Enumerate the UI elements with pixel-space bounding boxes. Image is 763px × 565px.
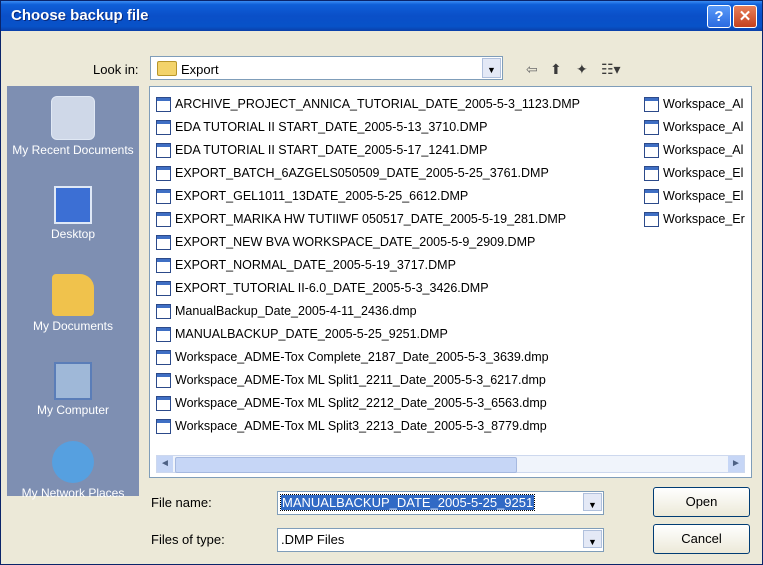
dmp-file-icon <box>644 166 659 182</box>
back-icon[interactable]: ⇦ <box>526 61 538 78</box>
scroll-thumb[interactable] <box>175 457 517 473</box>
place-label: My Computer <box>36 403 110 417</box>
dmp-file-icon <box>156 166 171 182</box>
list-item[interactable]: EXPORT_TUTORIAL II-6.0_DATE_2005-5-3_342… <box>156 281 580 304</box>
dmp-file-icon <box>644 212 659 228</box>
dmp-file-icon <box>644 120 659 136</box>
file-name-dropdown-arrow[interactable]: ▼ <box>583 492 603 512</box>
file-column-1: ARCHIVE_PROJECT_ANNICA_TUTORIAL_DATE_200… <box>156 97 580 442</box>
file-name-label: File name: <box>151 495 212 510</box>
folder-icon <box>157 61 177 76</box>
help-button[interactable]: ? <box>707 5 731 28</box>
close-button[interactable]: ✕ <box>733 5 757 28</box>
dmp-file-icon <box>156 304 171 320</box>
look-in-value: Export <box>181 62 219 77</box>
window-title: Choose backup file <box>11 7 149 24</box>
file-name-combo[interactable]: MANUALBACKUP_DATE_2005-5-25_9251 ▼ <box>277 491 604 515</box>
dmp-file-icon <box>156 281 171 297</box>
dmp-file-icon <box>156 189 171 205</box>
network-places-icon <box>52 441 94 483</box>
dmp-file-icon <box>156 97 171 113</box>
scroll-right-button[interactable]: ► <box>728 456 744 472</box>
dmp-file-icon <box>644 189 659 205</box>
dmp-file-icon <box>644 143 659 159</box>
open-button[interactable]: Open <box>653 487 750 517</box>
new-folder-icon[interactable]: ✦ <box>576 61 588 78</box>
dmp-file-icon <box>156 373 171 389</box>
cancel-button[interactable]: Cancel <box>653 524 750 554</box>
place-my-computer[interactable]: My Computer <box>7 362 139 417</box>
list-item[interactable]: Workspace_ADME-Tox ML Split2_2212_Date_2… <box>156 396 580 419</box>
dmp-file-icon <box>156 327 171 343</box>
place-label: Desktop <box>50 227 96 241</box>
list-item[interactable]: Workspace_ADME-Tox ML Split1_2211_Date_2… <box>156 373 580 396</box>
dmp-file-icon <box>156 350 171 366</box>
dmp-file-icon <box>156 258 171 274</box>
dmp-file-icon <box>156 235 171 251</box>
my-documents-icon <box>52 274 94 316</box>
dmp-file-icon <box>644 97 659 113</box>
list-item[interactable]: Workspace_Al <box>644 120 745 143</box>
recent-documents-icon <box>51 96 95 140</box>
title-bar[interactable]: Choose backup file ? ✕ <box>1 1 762 31</box>
list-item[interactable]: Workspace_El <box>644 166 745 189</box>
files-of-type-arrow[interactable]: ▼ <box>583 529 603 549</box>
list-item[interactable]: MANUALBACKUP_DATE_2005-5-25_9251.DMP <box>156 327 580 350</box>
file-name-input[interactable]: MANUALBACKUP_DATE_2005-5-25_9251 <box>279 494 536 511</box>
file-list[interactable]: ARCHIVE_PROJECT_ANNICA_TUTORIAL_DATE_200… <box>149 86 752 478</box>
look-in-label: Look in: <box>93 62 139 77</box>
views-menu-icon[interactable]: ☷▾ <box>601 61 621 78</box>
places-bar: My Recent Documents Desktop My Documents… <box>7 86 139 500</box>
list-item[interactable]: ManualBackup_Date_2005-4-11_2436.dmp <box>156 304 580 327</box>
list-item[interactable]: Workspace_ADME-Tox ML Split3_2213_Date_2… <box>156 419 580 442</box>
list-item[interactable]: ARCHIVE_PROJECT_ANNICA_TUTORIAL_DATE_200… <box>156 97 580 120</box>
place-desktop[interactable]: Desktop <box>7 186 139 241</box>
list-item[interactable]: Workspace_Er <box>644 212 745 235</box>
list-item[interactable]: EXPORT_NORMAL_DATE_2005-5-19_3717.DMP <box>156 258 580 281</box>
my-computer-icon <box>54 362 92 400</box>
dmp-file-icon <box>156 120 171 136</box>
dmp-file-icon <box>156 212 171 228</box>
list-item[interactable]: Workspace_Al <box>644 97 745 120</box>
up-folder-icon[interactable]: ⬆ <box>550 61 562 78</box>
dmp-file-icon <box>156 419 171 435</box>
list-item[interactable]: EXPORT_NEW BVA WORKSPACE_DATE_2005-5-9_2… <box>156 235 580 258</box>
look-in-dropdown[interactable]: Export ▼ <box>150 56 503 80</box>
list-item[interactable]: Workspace_El <box>644 189 745 212</box>
list-item[interactable]: EXPORT_BATCH_6AZGELS050509_DATE_2005-5-2… <box>156 166 580 189</box>
list-item[interactable]: Workspace_Al <box>644 143 745 166</box>
files-of-type-value: .DMP Files <box>281 532 345 547</box>
list-item[interactable]: Workspace_ADME-Tox Complete_2187_Date_20… <box>156 350 580 373</box>
place-my-recent-documents[interactable]: My Recent Documents <box>7 96 139 157</box>
choose-backup-file-dialog: Choose backup file ? ✕ Look in: Export ▼… <box>0 0 763 565</box>
place-label: My Network Places <box>21 486 125 500</box>
files-of-type-label: Files of type: <box>151 532 225 547</box>
scroll-left-button[interactable]: ◄ <box>157 456 173 472</box>
dmp-file-icon <box>156 143 171 159</box>
files-of-type-dropdown[interactable]: .DMP Files ▼ <box>277 528 604 552</box>
file-column-2: Workspace_Al Workspace_Al Workspace_Al W… <box>644 97 745 235</box>
desktop-icon <box>54 186 92 224</box>
dmp-file-icon <box>156 396 171 412</box>
list-item[interactable]: EXPORT_GEL1011_13DATE_2005-5-25_6612.DMP <box>156 189 580 212</box>
place-my-documents[interactable]: My Documents <box>7 274 139 333</box>
place-label: My Documents <box>32 319 114 333</box>
list-item[interactable]: EDA TUTORIAL II START_DATE_2005-5-17_124… <box>156 143 580 166</box>
place-label: My Recent Documents <box>12 143 134 157</box>
look-in-dropdown-arrow[interactable]: ▼ <box>482 58 501 78</box>
list-item[interactable]: EXPORT_MARIKA HW TUTIIWF 050517_DATE_200… <box>156 212 580 235</box>
list-item[interactable]: EDA TUTORIAL II START_DATE_2005-5-13_371… <box>156 120 580 143</box>
place-my-network-places[interactable]: My Network Places <box>7 441 139 500</box>
horizontal-scrollbar[interactable]: ◄ ► <box>156 455 745 473</box>
